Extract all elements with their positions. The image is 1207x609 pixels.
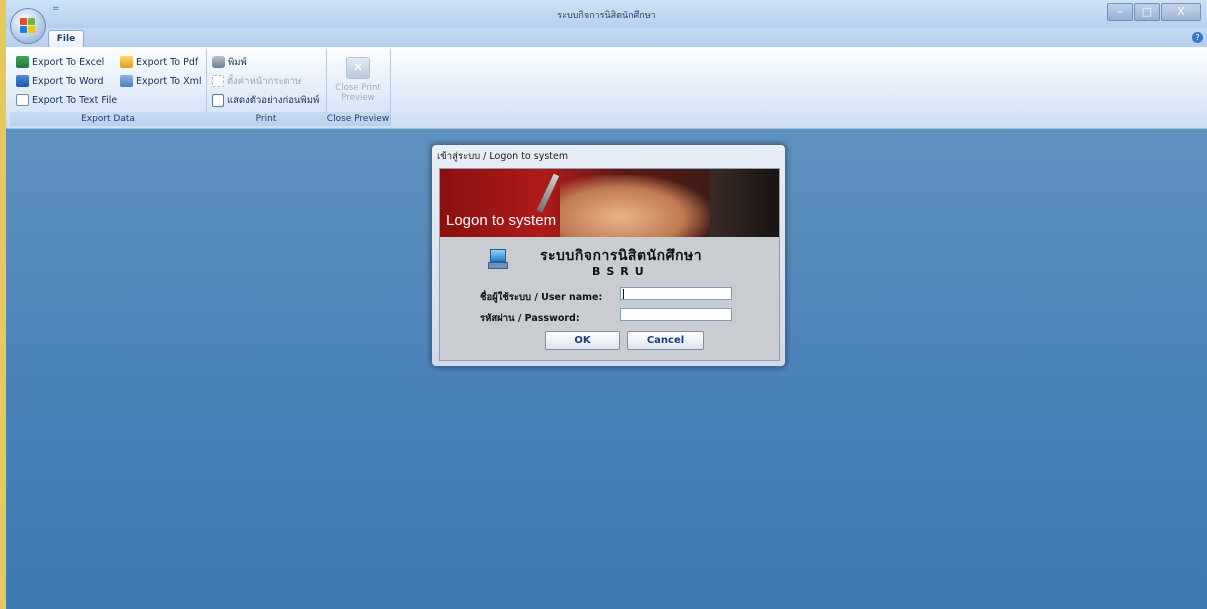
print-preview-icon [212, 93, 224, 107]
tab-file[interactable]: File [48, 30, 84, 48]
page-setup-icon [212, 75, 224, 87]
export-data-group-label: Export Data [10, 112, 206, 126]
close-print-preview-label: Close Print Preview [335, 83, 381, 103]
print-group-label: Print [206, 112, 326, 126]
title-bar: = ระบบกิจการนิสิตนักศึกษา – □ X [6, 0, 1207, 29]
page-setup-button[interactable]: ตั้งค่าหน้ากระดาษ [212, 73, 301, 89]
app-name: ระบบกิจการนิสิตนักศึกษา [540, 248, 703, 264]
print-preview-label: แสดงตัวอย่างก่อนพิมพ์ [227, 94, 320, 106]
close-preview-icon: ✕ [346, 57, 370, 79]
export-word-label: Export To Word [32, 75, 104, 87]
print-preview-button[interactable]: แสดงตัวอย่างก่อนพิมพ์ [212, 92, 319, 108]
text-file-icon [16, 94, 29, 106]
banner-text: Logon to system [446, 212, 557, 229]
ribbon: Export To Excel Export To Word Export To… [6, 47, 1207, 129]
export-xml-label: Export To Xml [136, 75, 202, 87]
xml-icon [120, 75, 133, 87]
close-preview-group: ✕ Close Print Preview Close Preview [326, 49, 391, 126]
minimize-button[interactable]: – [1107, 3, 1133, 21]
ok-button[interactable]: OK [545, 331, 620, 350]
window-title: ระบบกิจการนิสิตนักศึกษา [557, 11, 656, 21]
logon-banner-image: Logon to system [440, 169, 779, 237]
office-logo-icon [20, 18, 36, 34]
pdf-icon [120, 56, 133, 68]
username-label: ชื่อผู้ใช้ระบบ / User name: [480, 292, 603, 303]
help-icon[interactable]: ? [1192, 32, 1203, 43]
ribbon-tabs: File ? [6, 28, 1207, 48]
dialog-title: เข้าสู่ระบบ / Logon to system [437, 151, 569, 162]
password-label: รหัสผ่าน / Password: [480, 313, 580, 324]
computer-icon [486, 247, 508, 269]
text-caret [623, 289, 624, 299]
export-word-button[interactable]: Export To Word [16, 73, 104, 89]
dialog-body: Logon to system ระบบกิจการนิสิตนักศึกษา … [439, 168, 780, 361]
username-field[interactable] [620, 287, 732, 300]
export-pdf-button[interactable]: Export To Pdf [120, 54, 198, 70]
close-preview-group-label: Close Preview [326, 112, 390, 126]
maximize-button[interactable]: □ [1134, 3, 1160, 21]
window-controls: – □ X [1106, 3, 1201, 21]
export-text-button[interactable]: Export To Text File [16, 92, 117, 108]
logon-dialog: เข้าสู่ระบบ / Logon to system Logon to s… [431, 144, 786, 367]
export-data-group: Export To Excel Export To Word Export To… [10, 49, 207, 126]
excel-icon [16, 56, 29, 68]
cancel-button[interactable]: Cancel [627, 331, 704, 350]
printer-icon [212, 56, 225, 68]
export-excel-button[interactable]: Export To Excel [16, 54, 104, 70]
export-pdf-label: Export To Pdf [136, 56, 199, 68]
application-menu-button[interactable] [10, 8, 46, 44]
export-excel-label: Export To Excel [32, 56, 105, 68]
export-xml-button[interactable]: Export To Xml [120, 73, 202, 89]
app-abbreviation: BSRU [592, 265, 650, 278]
password-field[interactable] [620, 308, 732, 321]
word-icon [16, 75, 29, 87]
print-button[interactable]: พิมพ์ [212, 54, 247, 70]
close-window-button[interactable]: X [1161, 3, 1201, 21]
page-setup-label: ตั้งค่าหน้ากระดาษ [227, 75, 302, 87]
print-group: พิมพ์ ตั้งค่าหน้ากระดาษ แสดงตัวอย่างก่อน… [206, 49, 327, 126]
close-print-preview-button[interactable]: ✕ Close Print Preview [328, 57, 388, 103]
application-window: = ระบบกิจการนิสิตนักศึกษา – □ X File ? E… [6, 0, 1207, 609]
print-label: พิมพ์ [228, 56, 247, 68]
export-text-label: Export To Text File [32, 94, 118, 106]
